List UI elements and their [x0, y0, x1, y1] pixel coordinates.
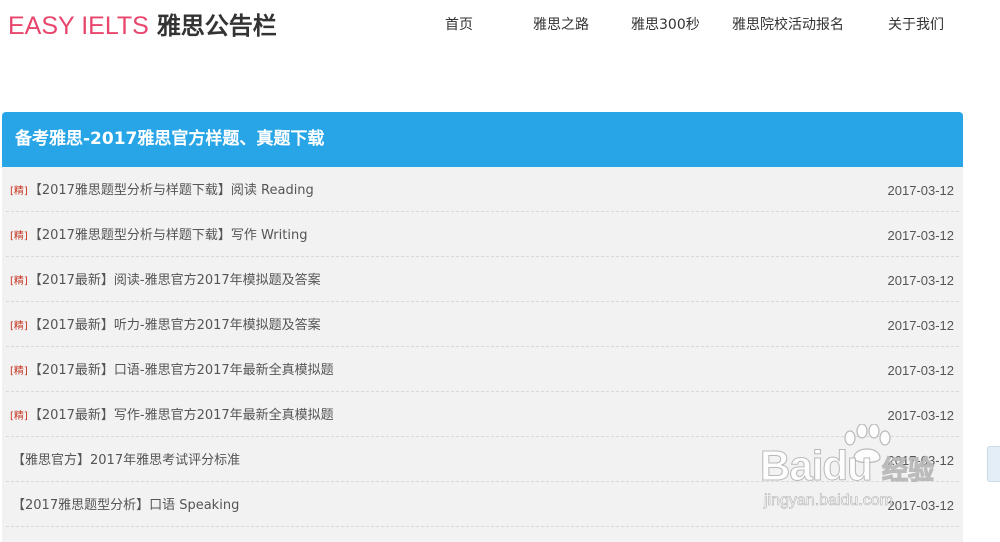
nav-item-ielts-300s[interactable]: 雅思300秒 [631, 14, 700, 34]
main-nav: 首页 雅思之路 雅思300秒 雅思院校活动报名 关于我们 [0, 14, 1000, 36]
featured-badge: [精] [10, 276, 28, 287]
side-scroll-tab[interactable] [987, 446, 1000, 482]
article-date: 2017-03-12 [887, 363, 955, 378]
article-date: 2017-03-12 [887, 318, 955, 333]
featured-badge: [精] [10, 231, 28, 242]
article-list: [精]【2017雅思题型分析与样题下载】阅读 Reading 2017-03-1… [2, 167, 963, 527]
article-date: 2017-03-12 [887, 183, 955, 198]
article-date: 2017-03-12 [887, 453, 955, 468]
article-date: 2017-03-12 [887, 498, 955, 513]
article-title-link[interactable]: 【2017雅思题型分析与样题下载】写作 Writing [29, 228, 308, 243]
download-panel: 备考雅思-2017雅思官方样题、真题下载 [精]【2017雅思题型分析与样题下载… [2, 112, 963, 542]
article-title-link[interactable]: 【2017最新】口语-雅思官方2017年最新全真模拟题 [29, 363, 334, 378]
article-title-link[interactable]: 【2017最新】听力-雅思官方2017年模拟题及答案 [29, 318, 321, 333]
article-title-link[interactable]: 【雅思官方】2017年雅思考试评分标准 [12, 453, 240, 468]
nav-item-ielts-road[interactable]: 雅思之路 [533, 14, 589, 34]
featured-badge: [精] [10, 186, 28, 197]
nav-item-home[interactable]: 首页 [445, 14, 473, 34]
list-item[interactable]: [精]【2017雅思题型分析与样题下载】阅读 Reading 2017-03-1… [6, 167, 959, 212]
article-title-link[interactable]: 【2017最新】写作-雅思官方2017年最新全真模拟题 [29, 408, 334, 423]
list-item[interactable]: [精]【2017雅思题型分析与样题下载】写作 Writing 2017-03-1… [6, 212, 959, 257]
nav-item-about-us[interactable]: 关于我们 [888, 14, 944, 34]
featured-badge: [精] [10, 366, 28, 377]
list-item[interactable]: [精]【2017最新】写作-雅思官方2017年最新全真模拟题 2017-03-1… [6, 392, 959, 437]
article-date: 2017-03-12 [887, 273, 955, 288]
panel-title: 备考雅思-2017雅思官方样题、真题下载 [2, 112, 963, 167]
list-item[interactable]: [精]【2017最新】阅读-雅思官方2017年模拟题及答案 2017-03-12 [6, 257, 959, 302]
nav-item-school-events[interactable]: 雅思院校活动报名 [732, 14, 844, 34]
article-date: 2017-03-12 [887, 228, 955, 243]
list-item[interactable]: 【雅思官方】2017年雅思考试评分标准 2017-03-12 [6, 437, 959, 482]
article-title-link[interactable]: 【2017雅思题型分析】口语 Speaking [12, 498, 239, 513]
article-date: 2017-03-12 [887, 408, 955, 423]
list-item[interactable]: [精]【2017最新】口语-雅思官方2017年最新全真模拟题 2017-03-1… [6, 347, 959, 392]
site-header: EASY IELTS 雅思公告栏 首页 雅思之路 雅思300秒 雅思院校活动报名 … [0, 0, 1000, 50]
list-item[interactable]: [精]【2017最新】听力-雅思官方2017年模拟题及答案 2017-03-12 [6, 302, 959, 347]
article-title-link[interactable]: 【2017最新】阅读-雅思官方2017年模拟题及答案 [29, 273, 321, 288]
list-item[interactable]: 【2017雅思题型分析】口语 Speaking 2017-03-12 [6, 482, 959, 527]
article-title-link[interactable]: 【2017雅思题型分析与样题下载】阅读 Reading [29, 183, 314, 198]
featured-badge: [精] [10, 321, 28, 332]
featured-badge: [精] [10, 411, 28, 422]
